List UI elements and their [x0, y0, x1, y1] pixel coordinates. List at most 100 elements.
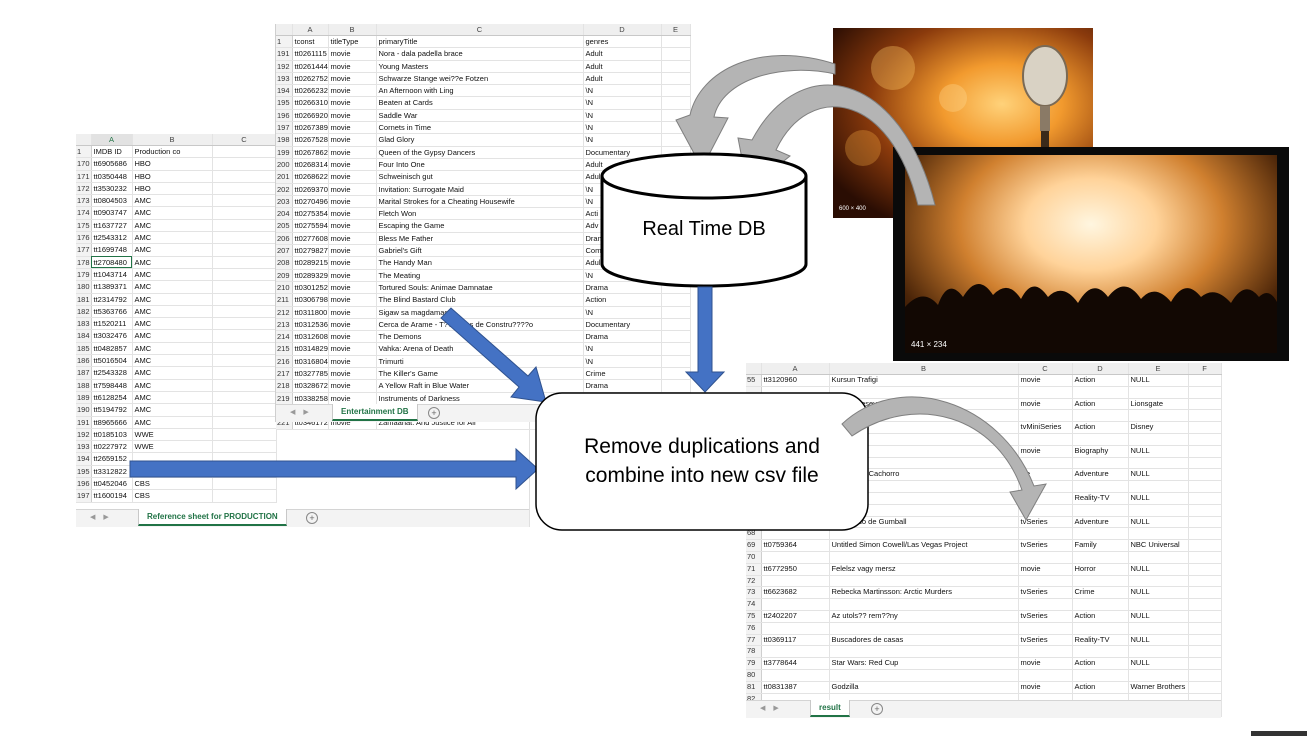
cell-genre[interactable]: Reality-TV — [1072, 634, 1129, 647]
cell-genres[interactable]: Adult — [583, 47, 662, 61]
row-number[interactable] — [746, 398, 762, 411]
cell-empty[interactable] — [1188, 409, 1222, 423]
sheet-nav-arrows[interactable]: ◀▶ — [90, 513, 117, 521]
cell-type[interactable] — [1018, 575, 1073, 588]
cell-genres[interactable]: \N — [583, 84, 662, 98]
row-number[interactable]: 196 — [76, 477, 92, 491]
cell-production-co[interactable] — [1128, 386, 1189, 399]
cell-genre[interactable]: Action — [1072, 610, 1129, 623]
cell-primary-title[interactable]: The Handy Man — [376, 256, 584, 270]
cell-id[interactable]: tt2402207 — [761, 610, 830, 623]
cell-tconst[interactable]: tt0266310 — [292, 96, 329, 110]
row-number[interactable]: 212 — [276, 306, 293, 319]
cell-title-type[interactable]: movie — [328, 342, 377, 356]
col-header-d[interactable]: D — [1072, 363, 1129, 375]
cell-type[interactable] — [1018, 527, 1073, 541]
cell-primary-title[interactable]: Gabriel's Gift — [376, 244, 584, 258]
cell-id[interactable] — [761, 398, 830, 411]
cell-imdb-id[interactable]: tt1043714 — [91, 268, 133, 282]
cell-title-type[interactable]: movie — [328, 72, 377, 86]
cell-empty[interactable] — [212, 231, 277, 245]
cell-empty[interactable] — [1188, 610, 1222, 623]
cell-tconst[interactable]: tt0311800 — [292, 306, 329, 319]
cell-type[interactable] — [1018, 622, 1073, 635]
cell-empty[interactable] — [661, 244, 691, 258]
cell-imdb-id[interactable]: tt2543312 — [91, 231, 133, 245]
row-number[interactable]: 174 — [76, 206, 92, 220]
cell-production-co[interactable] — [1128, 551, 1189, 564]
cell-primary-title[interactable]: Cornets in Time — [376, 121, 584, 135]
cell-empty[interactable] — [1188, 516, 1222, 529]
header-cell[interactable] — [661, 35, 691, 49]
row-number[interactable]: 74 — [746, 598, 762, 611]
col-header-c[interactable]: C — [212, 134, 277, 146]
row-number[interactable]: 205 — [276, 219, 293, 233]
cell-empty[interactable] — [1188, 374, 1222, 387]
cell-production-co[interactable]: NULL — [1128, 586, 1189, 600]
cell-type[interactable]: tvMiniSeries — [1018, 421, 1073, 434]
cell-empty[interactable] — [661, 170, 691, 184]
cell-type[interactable] — [1018, 386, 1073, 399]
cell-tconst[interactable]: tt0267862 — [292, 146, 329, 159]
cell-type[interactable]: movie — [1018, 657, 1073, 670]
cell-production-co[interactable] — [1128, 480, 1189, 493]
add-sheet-icon[interactable]: + — [871, 703, 883, 715]
cell-production-co[interactable]: AMC — [132, 379, 213, 392]
cell-genres[interactable]: \N — [583, 269, 662, 282]
cell-imdb-id[interactable]: tt1637727 — [91, 219, 133, 233]
cell-title[interactable] — [829, 409, 1019, 423]
cell-empty[interactable] — [661, 72, 691, 86]
cell-title-type[interactable]: movie — [328, 146, 377, 159]
cell-empty[interactable] — [661, 367, 691, 381]
cell-tconst[interactable]: tt0279827 — [292, 244, 329, 258]
col-header-c[interactable]: C — [1018, 363, 1073, 375]
row-number[interactable]: 179 — [76, 268, 92, 282]
col-header-a[interactable]: A — [761, 363, 830, 375]
row-number[interactable]: 218 — [276, 379, 293, 393]
cell-genre[interactable]: Horror — [1072, 563, 1129, 576]
cell-id[interactable] — [761, 551, 830, 564]
cell-production-co[interactable]: HBO — [132, 170, 213, 183]
row-number[interactable]: 178 — [76, 256, 92, 269]
cell-tconst[interactable]: tt0277608 — [292, 232, 329, 246]
cell-empty[interactable] — [212, 157, 277, 171]
row-number[interactable]: 195 — [276, 96, 293, 110]
cell-genres[interactable]: \N — [583, 121, 662, 135]
cell-empty[interactable] — [661, 133, 691, 147]
cell-tconst[interactable]: tt0289329 — [292, 269, 329, 282]
cell-imdb-id[interactable]: tt2543328 — [91, 366, 133, 380]
cell-empty[interactable] — [661, 60, 691, 73]
cell-empty[interactable] — [1188, 445, 1222, 458]
cell-tconst[interactable]: tt0269370 — [292, 183, 329, 196]
cell-production-co[interactable] — [1128, 457, 1189, 470]
cell-title[interactable] — [829, 504, 1019, 517]
sheet-tab-entertainment-db[interactable]: Entertainment DB — [332, 404, 418, 421]
cell-type[interactable] — [1018, 669, 1073, 682]
cell-imdb-id[interactable]: tt1600194 — [91, 489, 133, 503]
cell-genres[interactable]: Documentary — [583, 318, 662, 332]
cell-primary-title[interactable]: Escaping the Game — [376, 219, 584, 233]
cell-title[interactable]: Buscadores de casas — [829, 634, 1019, 647]
cell-empty[interactable] — [1188, 468, 1222, 482]
cell-id[interactable] — [761, 575, 830, 588]
cell-genres[interactable]: \N — [583, 342, 662, 356]
cell-production-co[interactable]: AMC — [132, 342, 213, 356]
cell-genre[interactable] — [1072, 645, 1129, 659]
header-cell[interactable]: Production co — [132, 145, 213, 159]
cell-empty[interactable] — [1188, 622, 1222, 635]
row-number[interactable]: 192 — [276, 60, 293, 73]
cell-imdb-id[interactable]: tt0227972 — [91, 440, 133, 454]
header-cell[interactable]: primaryTitle — [376, 35, 584, 49]
cell-genres[interactable]: \N — [583, 133, 662, 147]
cell-tconst[interactable]: tt0316804 — [292, 355, 329, 369]
row-number[interactable]: 217 — [276, 367, 293, 381]
cell-id[interactable]: tt3778644 — [761, 657, 830, 670]
cell-production-co[interactable]: AMC — [132, 280, 213, 294]
cell-production-co[interactable]: AMC — [132, 231, 213, 245]
cell-tconst[interactable]: tt0275354 — [292, 207, 329, 221]
row-number[interactable]: 195 — [76, 465, 92, 479]
cell-tconst[interactable]: tt0268622 — [292, 170, 329, 184]
row-number[interactable]: 186 — [76, 354, 92, 368]
cell-production-co[interactable]: AMC — [132, 305, 213, 319]
cell-title[interactable]: a - P??ikesevarjutus — [829, 398, 1019, 411]
